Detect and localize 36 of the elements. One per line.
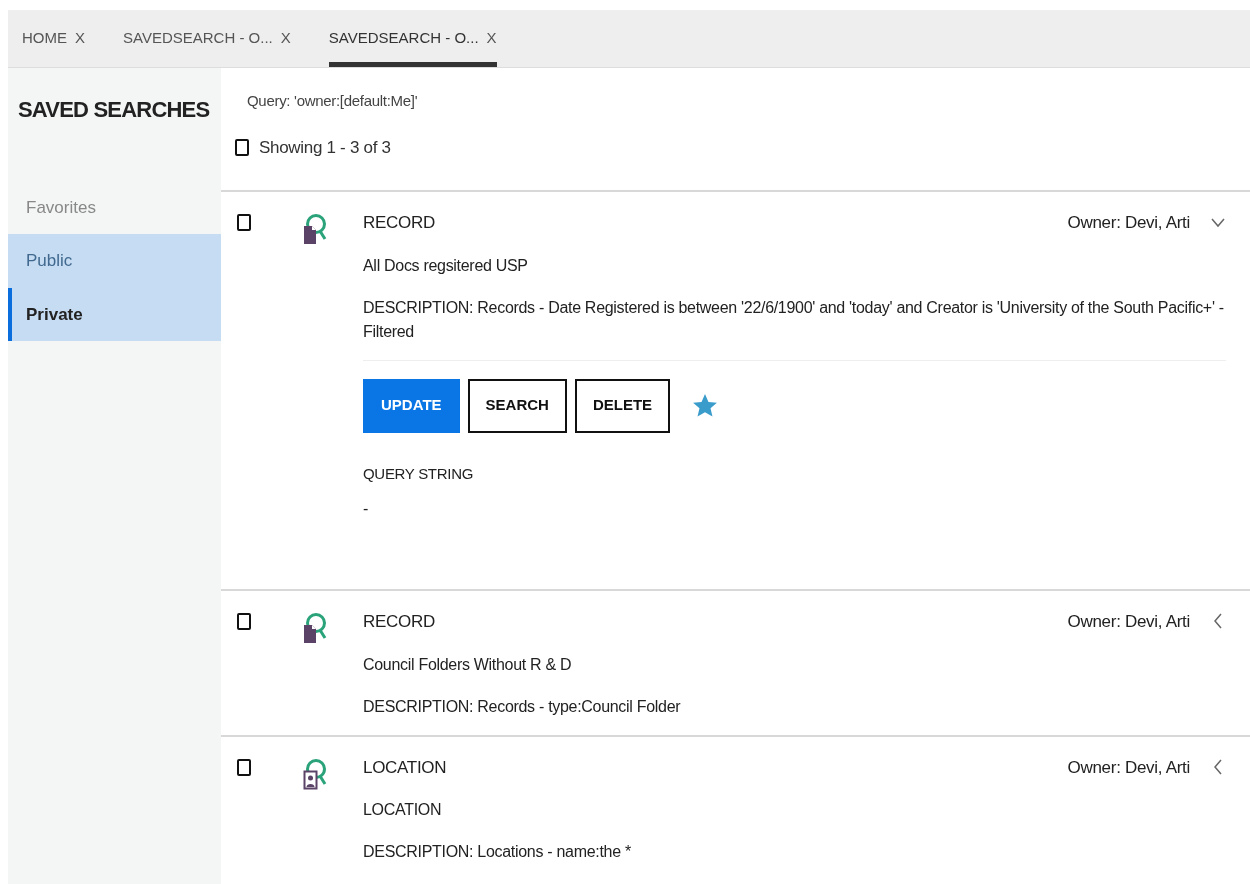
search-name: LOCATION	[363, 800, 443, 820]
owner-text: Owner: Devi, Arti	[1067, 212, 1190, 234]
close-icon[interactable]: X	[486, 27, 497, 50]
record-type: RECORD	[363, 212, 435, 234]
tab[interactable]: SAVEDSEARCH - O... X	[328, 10, 497, 67]
close-icon[interactable]: X	[75, 27, 85, 50]
action-button[interactable]: SEARCH	[467, 378, 567, 433]
select-all-checkbox[interactable]	[235, 138, 249, 156]
sidebar-title: SAVED SEARCHES	[18, 96, 210, 124]
description-text: DESCRIPTION: Records - type:Council Folder	[363, 696, 682, 717]
location-search-icon	[303, 756, 327, 791]
tab[interactable]: SAVEDSEARCH - O... X	[123, 10, 291, 67]
star-icon[interactable]	[692, 392, 719, 419]
record-type: RECORD	[363, 611, 435, 633]
search-name: All Docs regsitered USP	[363, 255, 529, 276]
result-count: Showing 1 - 3 of 3	[259, 136, 391, 159]
action-button[interactable]: UPDATE	[363, 378, 460, 433]
record-search-icon	[303, 212, 327, 246]
owner-text: Owner: Devi, Arti	[1067, 756, 1190, 779]
owner-text: Owner: Devi, Arti	[1067, 611, 1190, 633]
row-checkbox[interactable]	[237, 758, 251, 776]
description-text: DESCRIPTION: Locations - name:the *	[363, 842, 632, 862]
action-button[interactable]: DELETE	[574, 378, 671, 433]
tab[interactable]: HOME X	[22, 10, 85, 67]
query-text: Query: 'owner:[default:Me]'	[247, 91, 419, 111]
query-string-label: QUERY STRING	[363, 463, 475, 484]
row-checkbox[interactable]	[237, 214, 251, 231]
search-name: Council Folders Without R & D	[363, 654, 573, 675]
close-icon[interactable]: X	[280, 27, 291, 50]
sidebar-item[interactable]: Private	[8, 287, 221, 342]
row-checkbox[interactable]	[237, 613, 251, 630]
sidebar-item[interactable]: Public	[8, 234, 221, 288]
record-type: LOCATION	[363, 756, 447, 779]
query-string-value: -	[363, 499, 370, 519]
record-search-icon	[303, 611, 327, 645]
description-text: DESCRIPTION: Records - Date Registered is between '22/6/1900' and 'today' and Creator is 'University of the South Pacific+' - Filtered	[363, 297, 1225, 342]
